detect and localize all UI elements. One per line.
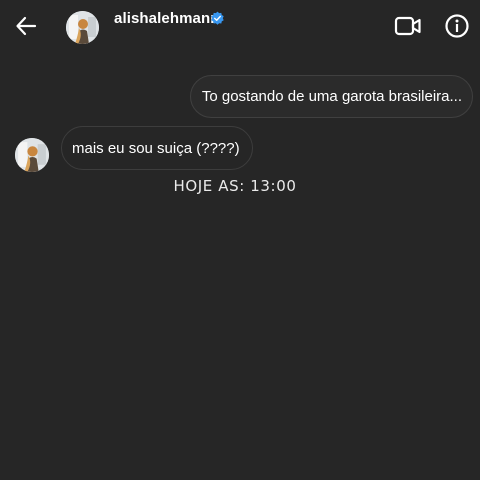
profile-photo [15,138,49,172]
profile-photo [66,11,99,44]
back-button[interactable] [12,12,40,40]
chat-screen: alishalehmann To gostando de uma garota … [0,0,480,480]
avatar[interactable] [66,11,99,44]
username[interactable]: alishalehmann [114,10,220,28]
sender-avatar[interactable] [15,138,49,172]
verified-badge-icon [211,11,224,25]
info-button[interactable] [442,11,472,41]
chat-header: alishalehmann [0,0,480,56]
message-bubble-sent[interactable]: To gostando de uma garota brasileira... [189,75,473,118]
video-call-button[interactable] [393,11,423,41]
video-camera-icon [394,16,421,36]
message-bubble-received[interactable]: mais eu sou suiça (????) [61,126,253,170]
message-timestamp: HOJE AS: 13:00 [173,177,297,195]
info-icon [445,14,469,38]
arrow-left-icon [16,16,37,36]
